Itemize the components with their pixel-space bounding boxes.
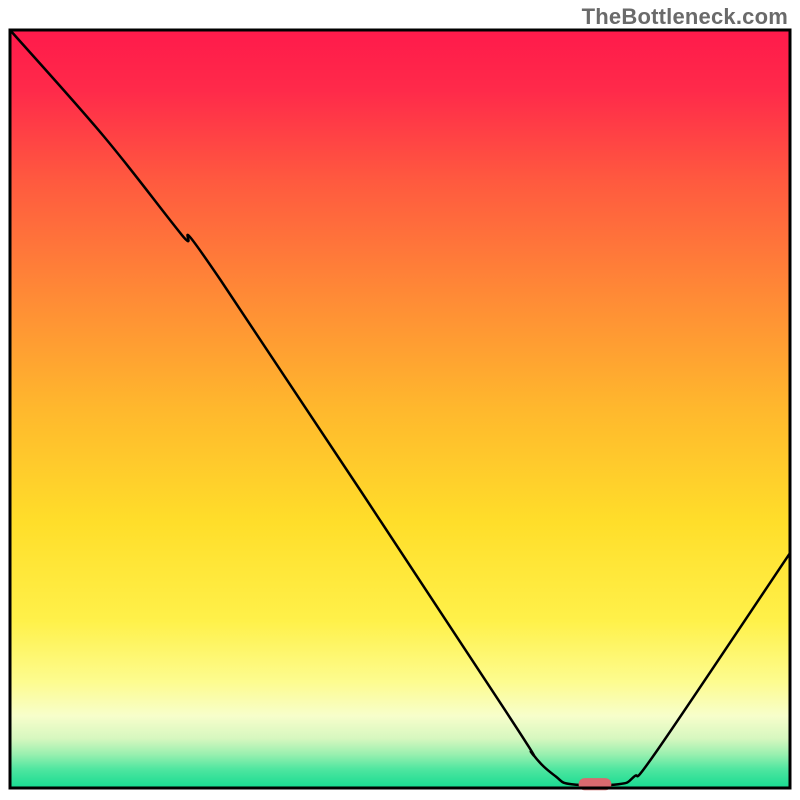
watermark-text: TheBottleneck.com <box>582 4 788 30</box>
plot-background <box>10 30 790 788</box>
bottleneck-chart <box>0 0 800 800</box>
chart-container: TheBottleneck.com <box>0 0 800 800</box>
